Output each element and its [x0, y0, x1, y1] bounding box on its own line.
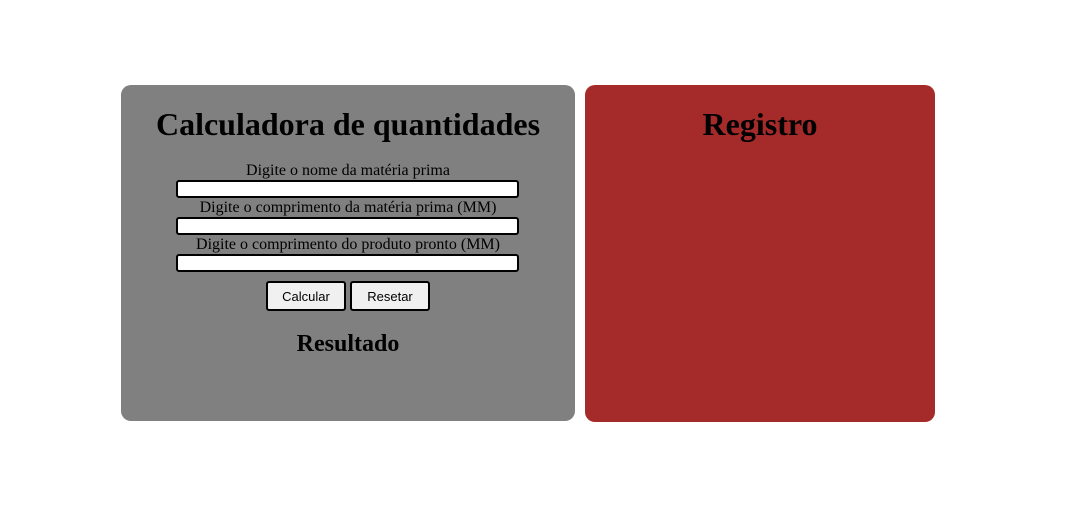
raw-material-name-input[interactable] — [176, 180, 519, 198]
registro-panel: Registro — [585, 85, 935, 422]
calculator-title: Calculadora de quantidades — [155, 106, 541, 142]
raw-material-length-input[interactable] — [176, 217, 519, 235]
raw-material-length-label: Digite o comprimento da matéria prima (M… — [199, 199, 497, 216]
reset-button[interactable]: Resetar — [350, 281, 430, 311]
registro-title: Registro — [702, 106, 818, 142]
finished-product-length-label: Digite o comprimento do produto pronto (… — [196, 236, 500, 253]
finished-product-length-input[interactable] — [176, 254, 519, 272]
raw-material-name-label: Digite o nome da matéria prima — [246, 162, 450, 179]
calculator-panel: Calculadora de quantidades Digite o nome… — [121, 85, 575, 421]
result-title: Resultado — [296, 331, 400, 357]
calculate-button[interactable]: Calcular — [266, 281, 346, 311]
